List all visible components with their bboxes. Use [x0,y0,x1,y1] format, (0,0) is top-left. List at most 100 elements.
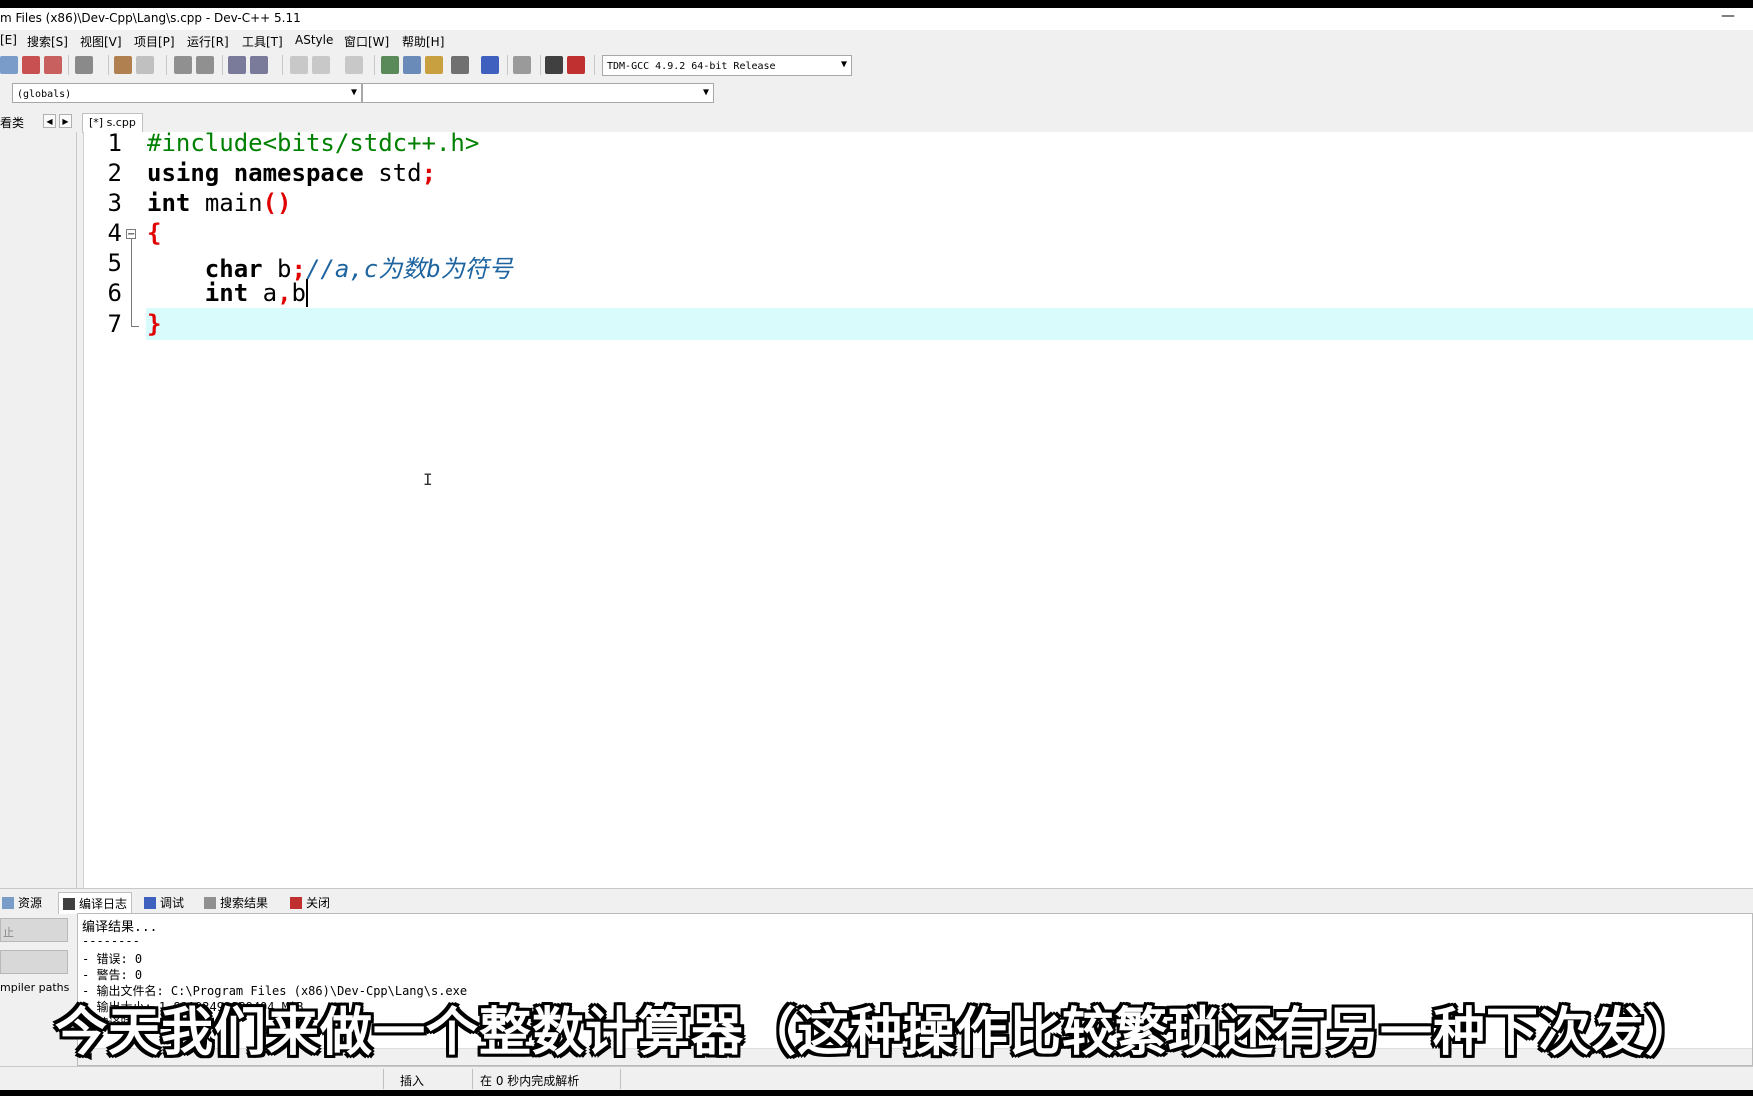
replace-icon[interactable] [196,56,214,74]
tab-debug-label: 调试 [160,896,185,910]
grid-icon[interactable] [451,56,469,74]
ide-window: m Files (x86)\Dev-Cpp\Lang\s.cpp - Dev-C… [0,8,1753,1090]
abort-compile-label: 止 [3,926,14,939]
minimize-button[interactable]: — [1721,8,1735,24]
ibeam-cursor-icon: I [423,470,433,489]
menu-help[interactable]: 帮助[H] [402,33,444,50]
toolbar-separator [222,55,223,75]
bottom-panel-tabs: 资源 编译日志 调试 搜索结果 关闭 [0,888,1753,914]
toolbar-separator [540,55,541,75]
redo-icon[interactable] [136,56,154,74]
menu-edit[interactable]: [E] [0,33,17,47]
line-number: 3 [107,189,122,217]
log-line: 编译结果... [82,920,158,935]
tab-scroll-left-icon[interactable]: ◀ [43,114,56,128]
check-icon [144,897,156,909]
stop-icon[interactable] [513,56,531,74]
close-file-icon[interactable] [22,56,40,74]
keyword: int [147,189,191,217]
find-icon[interactable] [174,56,192,74]
keyword: int [204,279,249,307]
symbol: { [147,219,162,247]
profile-chart-icon[interactable] [545,56,563,74]
chevron-down-icon: ▼ [350,87,357,98]
symbol: } [147,310,162,338]
status-parse-time: 在 0 秒内完成解析 [480,1074,580,1088]
chart-icon [63,898,75,910]
toolbar-separator [507,55,508,75]
open-project-icon[interactable] [0,56,18,74]
toolbar-separator [594,55,595,75]
toolbar-separator [108,55,109,75]
new-class-icon[interactable] [381,56,399,74]
symbol: () [262,189,292,217]
window-icon[interactable] [403,56,421,74]
fold-guide-line [131,239,132,326]
scope-select[interactable]: (globals) ▼ [12,83,362,103]
status-insert-mode: 插入 [400,1074,425,1088]
goto-back-icon[interactable] [290,56,308,74]
menu-search[interactable]: 搜索[S] [27,33,68,50]
print-icon[interactable] [75,56,93,74]
member-select[interactable]: ▼ [362,83,714,103]
keyword: using [147,159,220,187]
fold-end-marker [131,326,139,327]
indent-icon[interactable] [228,56,246,74]
code-line-4: { [147,219,161,247]
resource-icon [2,897,14,909]
menu-bar: [E] 搜索[S] 视图[V] 项目[P] 运行[R] 工具[T] AStyle… [0,30,1753,50]
unindent-icon[interactable] [250,56,268,74]
search-icon [204,897,216,909]
line-number: 4 [107,219,122,247]
abort-compile-button[interactable]: 止 [0,918,68,942]
tab-search-results[interactable]: 搜索结果 [204,894,268,911]
close-all-icon[interactable] [44,56,62,74]
toolbar-separator [68,55,69,75]
code-line-7: } [147,310,161,338]
menu-run[interactable]: 运行[R] [187,33,229,50]
identifier: std [378,159,422,187]
line-number: 2 [107,159,122,187]
check-syntax-icon[interactable] [481,56,499,74]
menu-tools[interactable]: 工具[T] [242,33,283,50]
menu-view[interactable]: 视图[V] [80,33,122,50]
tab-close[interactable]: 关闭 [290,894,330,911]
fold-collapse-icon[interactable]: − [126,229,136,240]
menu-window[interactable]: 窗口[W] [344,33,389,50]
compiler-select[interactable]: TDM-GCC 4.9.2 64-bit Release ▼ [602,55,852,76]
toolbar-separator [374,55,375,75]
identifier: main [204,189,263,217]
menu-project[interactable]: 项目[P] [134,33,175,50]
code-editor[interactable]: 1 2 3 4 5 6 7 − #include<bits/stdc++.h> … [83,129,1753,888]
bookmark-icon[interactable] [345,56,363,74]
toolbar-separator [166,55,167,75]
close-icon [290,897,302,909]
debug-icon[interactable] [567,56,585,74]
compiler-select-value: TDM-GCC 4.9.2 64-bit Release [607,61,776,72]
layout-icon[interactable] [425,56,443,74]
status-divider [472,1069,473,1089]
symbol: ; [421,159,437,187]
chevron-down-icon: ▼ [840,59,847,70]
undo-icon[interactable] [114,56,132,74]
tab-scroll-right-icon[interactable]: ▶ [59,114,72,128]
text-caret [305,279,308,307]
line-number: 1 [107,129,122,157]
tab-resources[interactable]: 资源 [2,894,42,911]
scope-select-value: (globals) [17,89,72,100]
tab-compile-log[interactable]: 编译日志 [58,892,133,914]
tab-class-browser[interactable]: 看类 [0,114,24,131]
goto-forward-icon[interactable] [312,56,330,74]
status-divider [383,1069,384,1089]
keyword: namespace [233,159,364,187]
code-line-6: int a,b [147,279,308,307]
tab-debug[interactable]: 调试 [144,894,184,911]
tab-resources-label: 资源 [18,896,43,910]
menu-astyle[interactable]: AStyle [295,33,333,47]
title-bar: m Files (x86)\Dev-Cpp\Lang\s.cpp - Dev-C… [0,8,1753,30]
tab-compile-log-label: 编译日志 [79,897,128,911]
compile-option-button[interactable] [0,950,68,974]
main-toolbar: TDM-GCC 4.9.2 64-bit Release ▼ [0,51,1753,79]
identifier: b [291,279,306,307]
